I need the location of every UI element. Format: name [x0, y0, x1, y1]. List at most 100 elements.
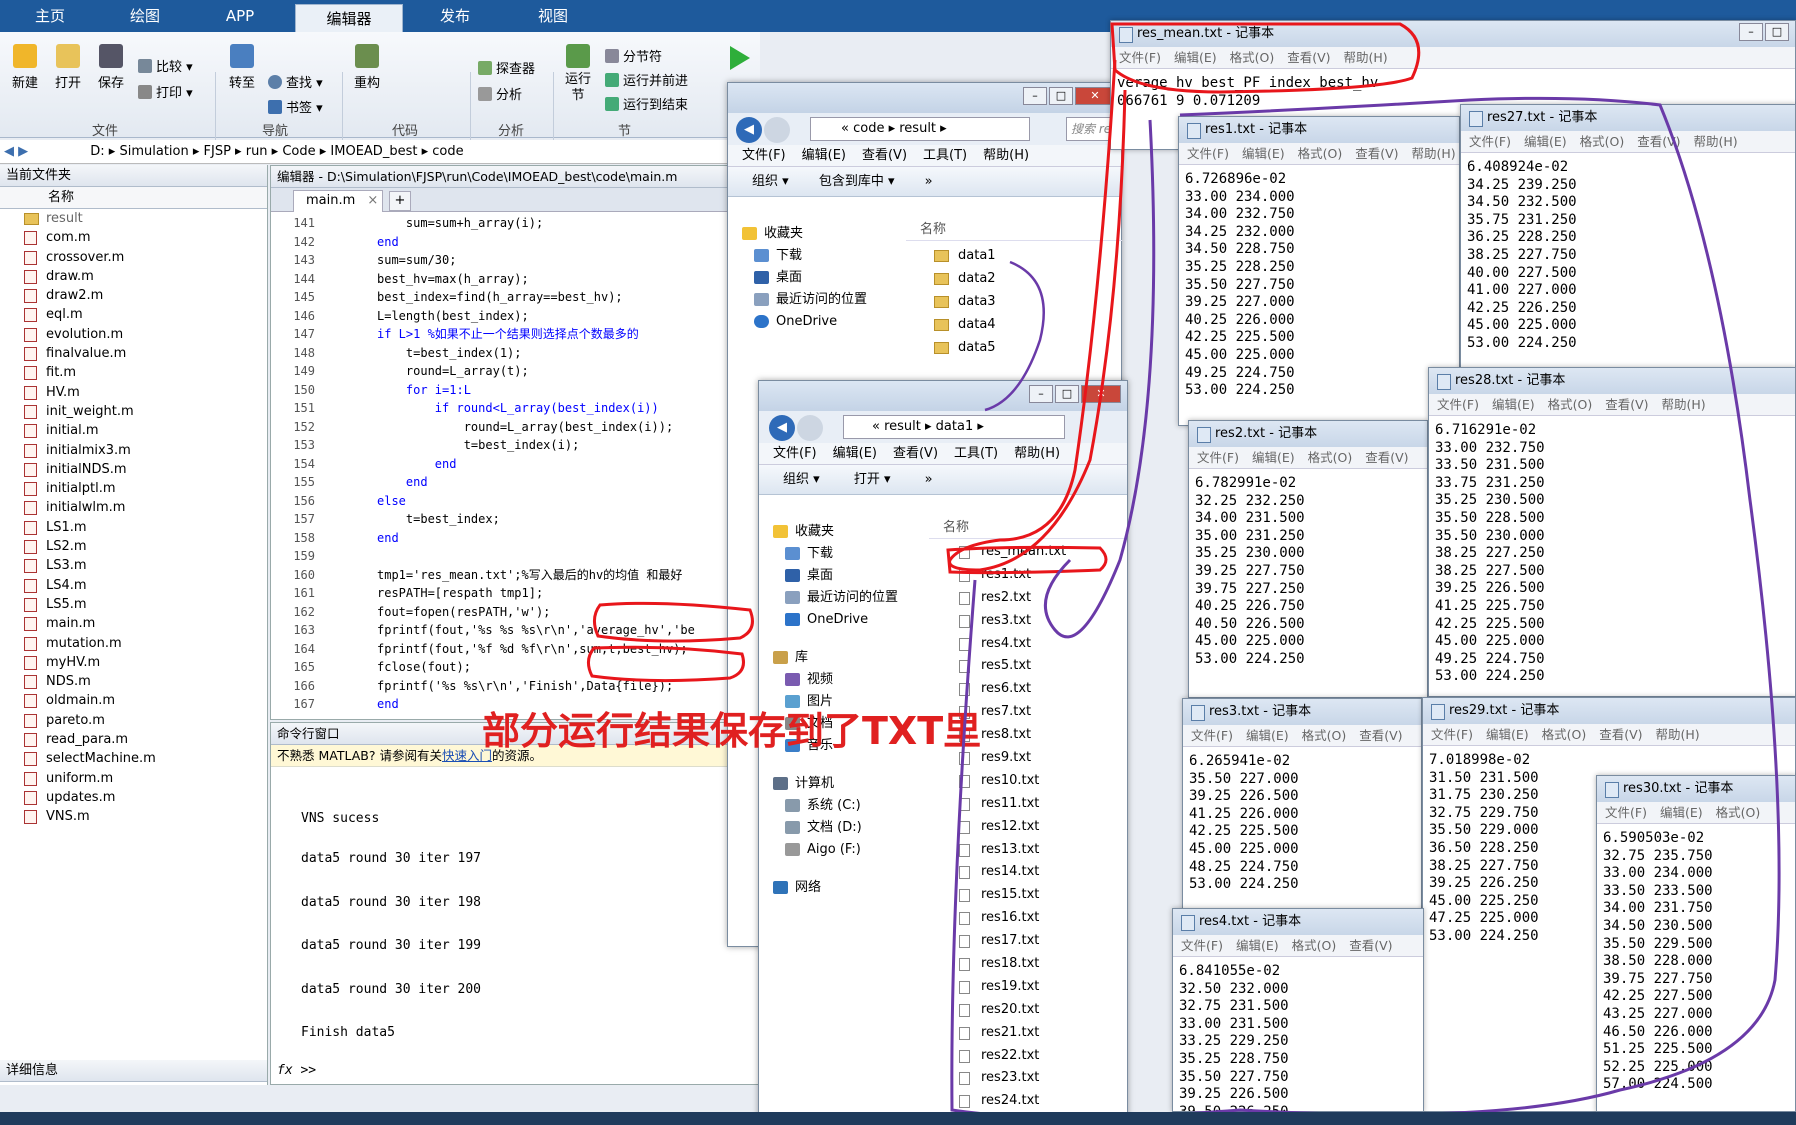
txt-file-item[interactable]: res4.txt — [947, 633, 1117, 656]
analyze-button[interactable]: 分析 — [478, 84, 522, 103]
code-line[interactable]: 145 best_index=find(h_array==best_hv); — [271, 288, 759, 307]
editor-tab-main[interactable]: main.m × — [293, 190, 383, 212]
menu-view[interactable]: 查看(V) — [862, 148, 907, 163]
code-line[interactable]: 146 L=length(best_index); — [271, 307, 759, 326]
nav-item[interactable]: 桌面 — [763, 565, 923, 587]
file-item[interactable]: draw2.m — [0, 286, 267, 305]
nav-item[interactable]: 视频 — [763, 669, 923, 691]
txt-file-item[interactable]: res16.txt — [947, 907, 1117, 930]
explorer-address-bar[interactable]: « result ▸ data1 ▸ — [843, 415, 1065, 439]
txt-file-item[interactable]: res10.txt — [947, 770, 1117, 793]
tab-editor[interactable]: 编辑器 — [295, 4, 403, 32]
menu-view[interactable]: 查看(V) — [893, 446, 938, 461]
back-arrow-icon[interactable]: ◀ — [736, 117, 762, 143]
txt-file-item[interactable]: res1.txt — [947, 564, 1117, 587]
file-item[interactable]: finalvalue.m — [0, 344, 267, 363]
bookmark-button[interactable]: 书签 ▾ — [268, 97, 323, 116]
code-line[interactable]: 152 round=L_array(best_index(i)); — [271, 418, 759, 437]
txt-file-item[interactable]: res19.txt — [947, 976, 1117, 999]
inspector-button[interactable]: 探查器 — [478, 58, 535, 77]
file-item[interactable]: draw.m — [0, 267, 267, 286]
txt-file-item[interactable]: res2.txt — [947, 587, 1117, 610]
run-advance-button[interactable]: 运行并前进 — [605, 70, 688, 89]
file-item[interactable]: LS4.m — [0, 576, 267, 595]
tab-app[interactable]: APP — [210, 0, 270, 32]
path-segment[interactable]: code — [432, 144, 463, 159]
code-line[interactable]: 166 fprintf('%s %s\r\n','Finish',Data{fil… — [271, 677, 759, 696]
menu-help[interactable]: 帮助(H) — [1014, 446, 1060, 461]
folder-item[interactable]: data1 — [924, 245, 1114, 268]
nav-item[interactable]: 网络 — [763, 877, 923, 899]
code-line[interactable]: 157 t=best_index; — [271, 510, 759, 529]
command-prompt[interactable]: fx >> — [277, 1063, 316, 1078]
nav-downloads[interactable]: 下载 — [732, 245, 902, 267]
compare-button[interactable]: 比较 ▾ — [138, 56, 193, 75]
back-arrow-icon[interactable]: ◀ — [769, 415, 795, 441]
file-item[interactable]: pareto.m — [0, 711, 267, 730]
file-item[interactable]: myHV.m — [0, 653, 267, 672]
file-item[interactable]: com.m — [0, 228, 267, 247]
minimize-icon[interactable]: – — [1023, 87, 1047, 105]
nav-onedrive[interactable]: OneDrive — [732, 311, 902, 333]
nav-item[interactable]: 系统 (C:) — [763, 795, 923, 817]
notepad-res1[interactable]: res1.txt - 记事本 文件(F) 编辑(E) 格式(O) 查看(V) 帮助(H)… — [1178, 116, 1460, 426]
file-item[interactable]: evolution.m — [0, 325, 267, 344]
command-window[interactable]: 命令行窗口 不熟悉 MATLAB? 请参阅有关快速入门的资源。 VNS suce… — [270, 722, 760, 1085]
goto-button[interactable]: 转至 — [222, 44, 262, 91]
file-item[interactable]: HV.m — [0, 383, 267, 402]
txt-file-item[interactable]: res13.txt — [947, 839, 1117, 862]
menu-tools[interactable]: 工具(T) — [954, 446, 998, 461]
save-button[interactable]: 保存 — [91, 44, 131, 91]
folder-item[interactable]: result — [0, 209, 267, 228]
file-item[interactable]: selectMachine.m — [0, 749, 267, 768]
open-button[interactable]: 打开 — [48, 44, 88, 91]
more-button[interactable]: » — [925, 472, 933, 487]
file-item[interactable]: initialwlm.m — [0, 498, 267, 517]
txt-file-item[interactable]: res14.txt — [947, 861, 1117, 884]
notepad-text[interactable]: 6.782991e-02 32.25 232.250 34.00 231.500… — [1189, 469, 1427, 669]
file-item[interactable]: crossover.m — [0, 248, 267, 267]
column-header-name[interactable]: 名称 — [0, 187, 267, 209]
code-area[interactable]: 141 sum=sum+h_array(i); 142 end 143 sum=sum/… — [271, 212, 759, 714]
code-line[interactable]: 154 end — [271, 455, 759, 474]
txt-file-item[interactable]: res15.txt — [947, 884, 1117, 907]
more-button[interactable]: » — [925, 174, 933, 189]
file-item[interactable]: mutation.m — [0, 634, 267, 653]
menu-edit[interactable]: 编辑(E) — [833, 446, 877, 461]
path-segment[interactable]: run — [246, 144, 268, 159]
nav-recent[interactable]: 最近访问的位置 — [732, 289, 902, 311]
code-line[interactable]: 148 t=best_index(1); — [271, 344, 759, 363]
code-line[interactable]: 141 sum=sum+h_array(i); — [271, 214, 759, 233]
file-item[interactable]: initialNDS.m — [0, 460, 267, 479]
find-button[interactable]: 查找 ▾ — [268, 72, 323, 91]
file-item[interactable]: LS1.m — [0, 518, 267, 537]
txt-file-item[interactable]: res3.txt — [947, 610, 1117, 633]
refactor-button[interactable]: 重构 — [347, 44, 387, 91]
txt-file-item[interactable]: res23.txt — [947, 1067, 1117, 1090]
close-icon[interactable]: × — [367, 193, 378, 208]
maximize-icon[interactable]: □ — [1055, 385, 1079, 403]
explorer-address-bar[interactable]: « code ▸ result ▸ — [810, 117, 1030, 141]
code-line[interactable]: 156 else — [271, 492, 759, 511]
tab-publish[interactable]: 发布 — [425, 0, 485, 32]
file-item[interactable]: LS3.m — [0, 556, 267, 575]
notepad-res28[interactable]: res28.txt - 记事本 文件(F) 编辑(E) 格式(O) 查看(V) 帮助(H… — [1428, 367, 1796, 697]
menu-help[interactable]: 帮助(H) — [983, 148, 1029, 163]
txt-file-item[interactable]: res6.txt — [947, 678, 1117, 701]
minimize-icon[interactable]: – — [1739, 23, 1763, 41]
menu-file[interactable]: 文件(F) — [773, 446, 817, 461]
file-item[interactable]: initial.m — [0, 421, 267, 440]
notepad-text[interactable]: 6.590503e-02 32.75 235.750 33.00 234.000… — [1597, 824, 1795, 1094]
file-item[interactable]: main.m — [0, 614, 267, 633]
organize-button[interactable]: 组织 ▾ — [783, 472, 820, 487]
matlab-address-bar[interactable]: ◀ ▶ D: ▸ Simulation ▸ FJSP ▸ run ▸ Code … — [0, 140, 760, 164]
nav-item[interactable]: 最近访问的位置 — [763, 587, 923, 609]
nav-desktop[interactable]: 桌面 — [732, 267, 902, 289]
txt-file-item[interactable]: res17.txt — [947, 930, 1117, 953]
include-library-button[interactable]: 包含到库中 ▾ — [819, 174, 895, 189]
menu-edit[interactable]: 编辑(E) — [1174, 50, 1217, 65]
run-to-end-button[interactable]: 运行到结束 — [605, 94, 688, 113]
nav-item[interactable]: 收藏夹 — [763, 521, 923, 543]
run-section-button[interactable]: 运行 节 — [558, 44, 598, 104]
minimize-icon[interactable]: – — [1029, 385, 1053, 403]
